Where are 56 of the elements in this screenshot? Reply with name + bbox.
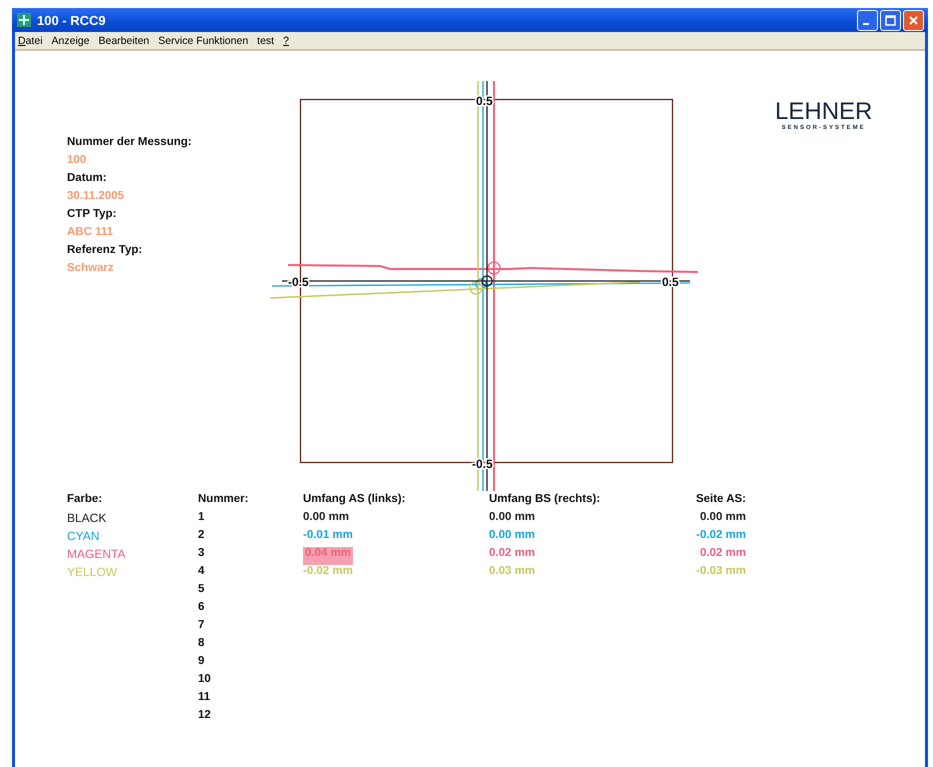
table-cell-text: 0.00 mm [700,511,746,525]
logo-wordmark: LEHNER [775,99,872,125]
table-cell-text: 10 [198,673,212,687]
table-cell-text: 6 [198,601,206,615]
table-cell-text: -0.03 mm [696,565,746,579]
field-value: 30.11.2005 [67,189,125,204]
table-cell-text: 4 [198,565,206,579]
field-label: Nummer der Messung: [67,135,193,150]
table-cell-text: 0.00 mm [489,529,536,543]
app-icon [16,12,32,28]
field-label: CTP Typ: [67,207,118,222]
table-cell-text: -0.02 mm [696,529,746,543]
table-cell-text: 7 [198,619,206,633]
table-cell-text: -0.01 mm [303,529,353,543]
field-label: Datum: [67,171,108,186]
table-cell-text: 1 [198,511,206,525]
table-cell-text: -0.02 mm [303,565,353,579]
field-value: ABC 111 [67,225,114,240]
column-header: Umfang AS (links): [303,493,406,507]
menu-item[interactable]: test [257,34,274,46]
table-cell-text: 0.02 mm [700,547,746,561]
table-cell-text: CYAN [67,529,100,545]
menu-item[interactable]: Anzeige [52,34,90,46]
table-cell-text: 11 [198,691,212,705]
maximize-button[interactable] [880,10,901,30]
table-cell-text: 3 [198,547,206,561]
table-cell-text: 0.03 mm [489,565,536,579]
field-value: Schwarz [67,261,115,276]
table-cell-text: 0.02 mm [489,547,536,561]
minimize-icon [863,23,869,25]
minimize-button[interactable] [857,10,878,30]
maximize-icon [884,14,897,26]
table-cell-text: BLACK [67,511,108,527]
table-cell-text: 5 [198,583,206,597]
table-cell-text: 12 [198,709,212,723]
menu-item[interactable]: Bearbeiten [98,34,150,46]
field-label: Referenz Typ: [67,243,144,258]
close-icon [907,14,920,26]
column-header: Nummer: [198,493,250,507]
menu-item[interactable]: ? [283,34,289,46]
table-cell-text: 0.00 mm [489,511,536,525]
menu-item[interactable]: Service Funktionen [158,34,248,46]
column-header: Seite AS: [696,493,746,507]
table-cell-text: 9 [198,655,206,669]
table-cell-text: 8 [198,637,206,651]
column-header: Umfang BS (rechts): [489,493,600,507]
close-button[interactable] [903,10,924,30]
menu-item[interactable]: Datei [18,34,43,46]
table-cell-text: MAGENTA [67,547,126,563]
table-cell-text: 0.00 mm [303,511,350,525]
table-cell-text: YELLOW [67,565,118,581]
table-cell: 0.04 mm [303,547,354,565]
table-cell-text: 2 [198,529,206,543]
column-header: Farbe: [67,493,104,507]
field-value: 100 [67,153,88,168]
window-title: 100 - RCC9 [37,12,106,28]
